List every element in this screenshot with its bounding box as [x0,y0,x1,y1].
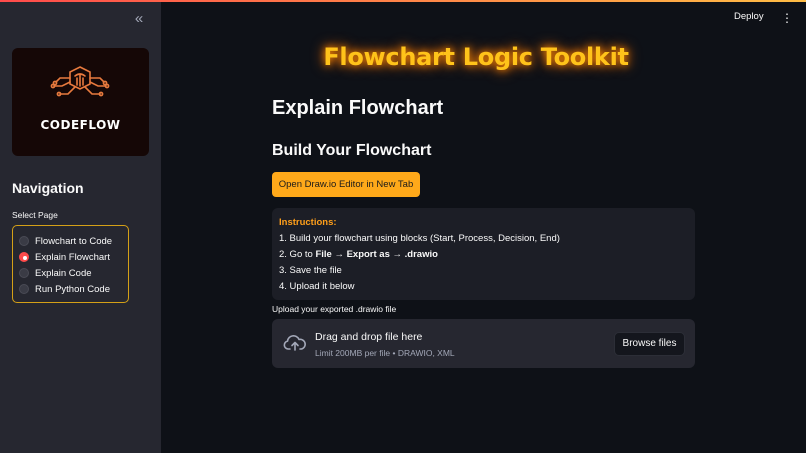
instruction-step-2-prefix: 2. Go to [279,249,316,260]
radio-run-python-code[interactable]: Run Python Code [19,281,128,297]
brain-circuit-icon [50,66,110,97]
select-page-label: Select Page [12,210,58,220]
browse-files-button[interactable]: Browse files [614,332,685,356]
radio-button[interactable] [19,268,29,278]
cloud-upload-icon [283,335,306,351]
logo: CODEFLOW [12,48,149,156]
section-heading: Build Your Flowchart [272,142,432,159]
sidebar: « CODEFLOW Navigation Select Page Flowch… [0,0,161,453]
radio-button-selected[interactable] [19,252,29,262]
page-heading: Explain Flowchart [272,97,444,119]
instruction-step-2: 2. Go to File → Export as → .drawio [279,247,688,263]
radio-button[interactable] [19,284,29,294]
radio-label: Explain Flowchart [35,251,110,263]
open-drawio-button[interactable]: Open Draw.io Editor in New Tab [272,172,420,197]
navigation-title: Navigation [12,180,84,196]
main-menu-icon[interactable]: ⋮ [781,10,793,26]
instruction-step-4: 4. Upload it below [279,281,355,292]
upload-label: Upload your exported .drawio file [272,304,397,314]
instruction-step-3: 3. Save the file [279,265,342,276]
radio-label: Run Python Code [35,283,110,295]
collapse-sidebar-icon[interactable]: « [131,11,147,27]
radio-explain-code[interactable]: Explain Code [19,265,128,281]
radio-explain-flowchart[interactable]: Explain Flowchart [19,249,128,265]
top-accent-bar [0,0,806,2]
radio-button[interactable] [19,236,29,246]
instructions-title: Instructions: [279,217,337,228]
instruction-step-2-path: File → Export as → .drawio [315,249,438,260]
instructions-box: Instructions: 1. Build your flowchart us… [272,208,695,300]
radio-flowchart-to-code[interactable]: Flowchart to Code [19,233,128,249]
instruction-step-1: 1. Build your flowchart using blocks (St… [279,233,560,244]
deploy-button[interactable]: Deploy [734,11,764,22]
dropzone-title: Drag and drop file here [315,331,423,343]
logo-text: CODEFLOW [40,118,121,132]
app-title: Flowchart Logic Toolkit [323,43,629,71]
dropzone-subtitle: Limit 200MB per file • DRAWIO, XML [315,348,455,358]
file-dropzone[interactable]: Drag and drop file here Limit 200MB per … [272,319,695,368]
radio-label: Explain Code [35,267,92,279]
page-radio-group: Flowchart to Code Explain Flowchart Expl… [12,225,129,303]
radio-label: Flowchart to Code [35,235,113,247]
